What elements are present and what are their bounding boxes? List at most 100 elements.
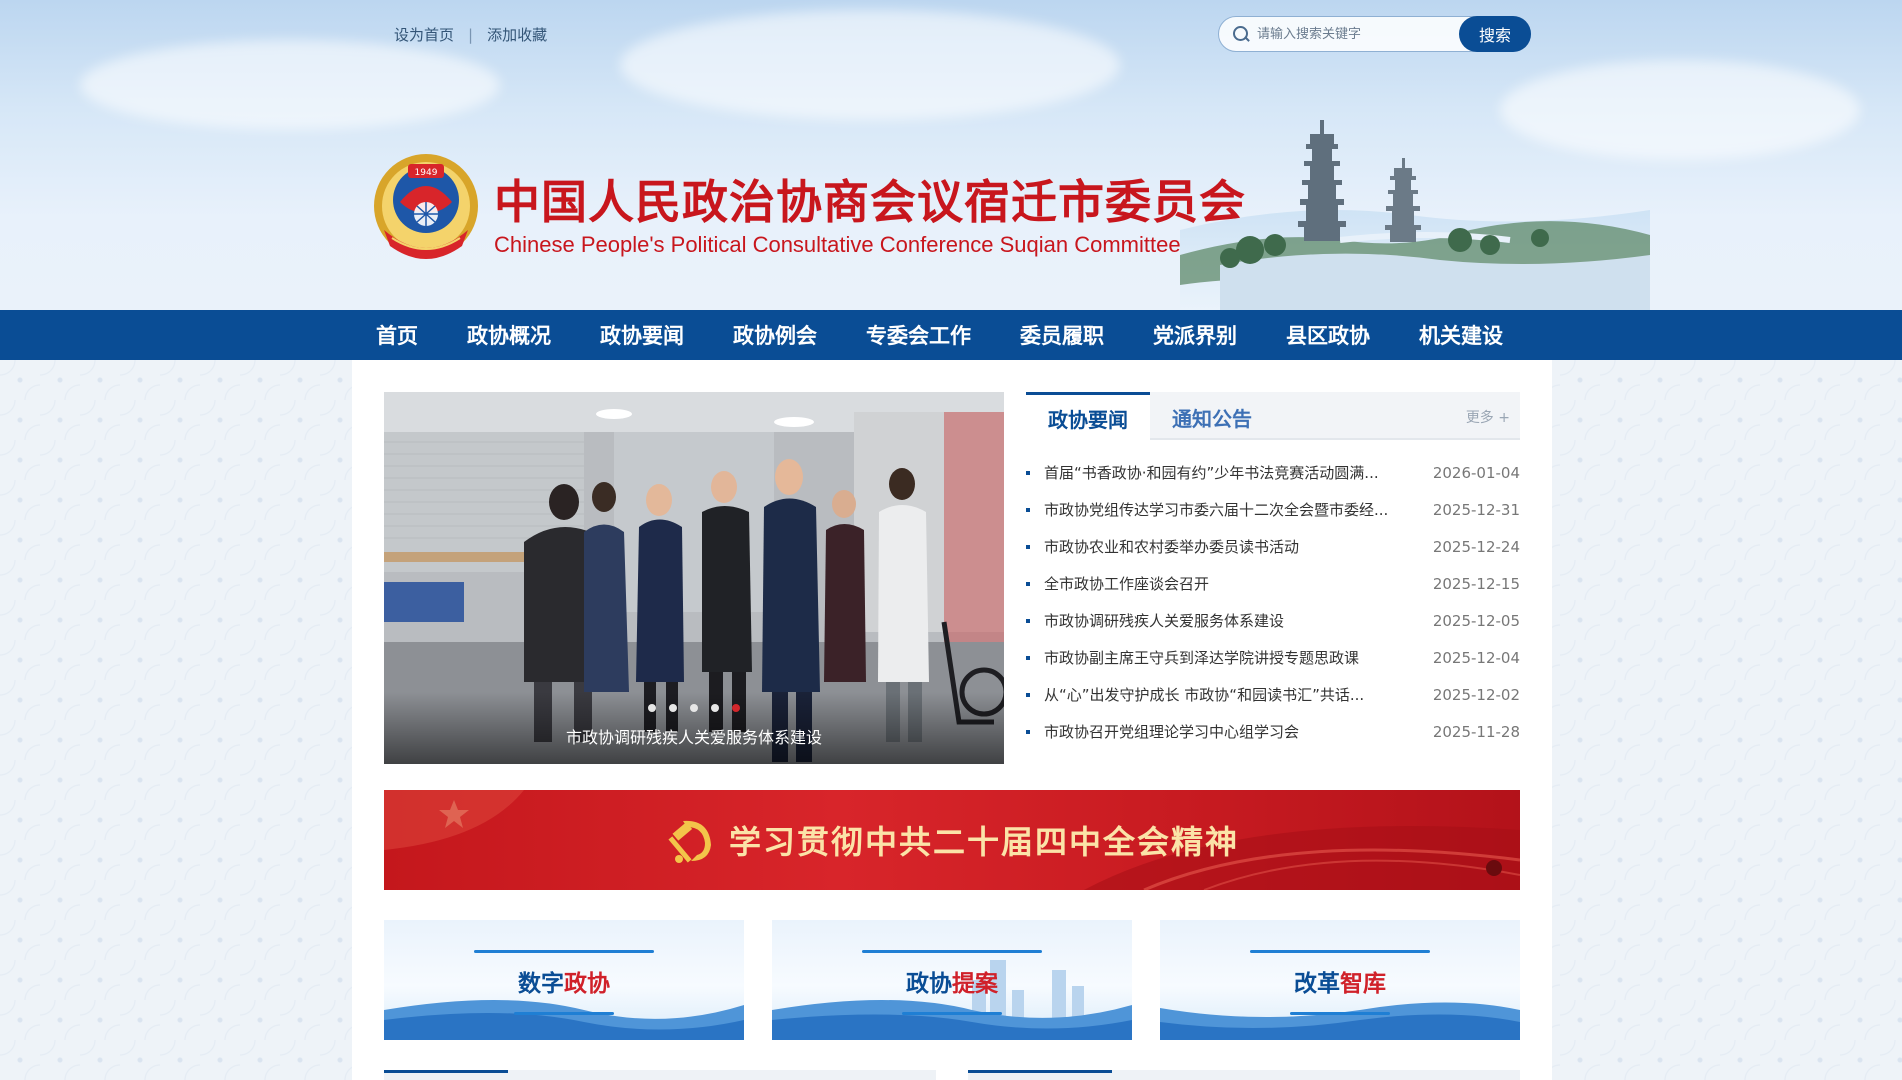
- search-input[interactable]: [1257, 18, 1447, 50]
- bullet-icon: [1026, 507, 1030, 512]
- news-title[interactable]: 市政协副主席王守兵到泽达学院讲授专题思政课: [1044, 647, 1433, 668]
- tab-announcements[interactable]: 通知公告: [1150, 392, 1274, 442]
- news-list: 首届“书香政协·和园有约”少年书法竞赛活动圆满... 2026-01-04 市政协…: [1026, 454, 1520, 750]
- bullet-icon: [1026, 470, 1030, 475]
- news-title[interactable]: 市政协党组传达学习市委六届十二次全会暨市委经...: [1044, 499, 1433, 520]
- nav-item-news[interactable]: 政协要闻: [600, 320, 684, 350]
- slider-dot[interactable]: [711, 704, 720, 712]
- search-icon: [1229, 16, 1257, 52]
- card-accent-line: [902, 1012, 1002, 1015]
- news-tabs: 政协要闻 通知公告 更多 +: [1026, 392, 1520, 442]
- banner-text: 学习贯彻中共二十届四中全会精神: [728, 823, 1239, 861]
- search-box: 搜索: [1218, 16, 1531, 52]
- news-date: 2025-12-04: [1432, 648, 1520, 667]
- news-item[interactable]: 市政协副主席王守兵到泽达学院讲授专题思政课 2025-12-04: [1026, 639, 1520, 676]
- card-accent-line: [1250, 950, 1430, 953]
- emblem-year: 1949: [415, 168, 438, 178]
- nav-item-parties[interactable]: 党派界别: [1153, 320, 1237, 350]
- news-item[interactable]: 市政协农业和农村委举办委员读书活动 2025-12-24: [1026, 528, 1520, 565]
- more-link[interactable]: 更多 +: [1466, 407, 1510, 427]
- section-header-right: [968, 1070, 1520, 1080]
- tab-cppcc-news[interactable]: 政协要闻: [1026, 392, 1150, 442]
- card-label: 改革智库: [1160, 964, 1520, 998]
- news-item[interactable]: 市政协召开党组理论学习中心组学习会 2025-11-28: [1026, 713, 1520, 750]
- nav-item-committee-work[interactable]: 专委会工作: [866, 320, 971, 350]
- top-links: 设为首页 | 添加收藏: [394, 24, 547, 45]
- news-slider[interactable]: 市政协调研残疾人关爱服务体系建设: [384, 392, 1004, 764]
- card-accent-line: [514, 1012, 614, 1015]
- section-header-accent: [968, 1070, 1112, 1073]
- news-item[interactable]: 从“心”出发守护成长 市政协“和园读书汇”共话... 2025-12-02: [1026, 676, 1520, 713]
- news-title[interactable]: 市政协召开党组理论学习中心组学习会: [1044, 721, 1433, 742]
- news-item[interactable]: 全市政协工作座谈会召开 2025-12-15: [1026, 565, 1520, 602]
- slider-dots: [384, 697, 1004, 716]
- nav-menu: 首页 政协概况 政协要闻 政协例会 专委会工作 委员履职 党派界别 县区政协 机…: [376, 310, 1552, 360]
- card-label-part-red: 提案: [952, 971, 998, 997]
- card-accent-line: [474, 950, 654, 953]
- section-header-accent: [384, 1070, 508, 1073]
- news-item[interactable]: 市政协党组传达学习市委六届十二次全会暨市委经... 2025-12-31: [1026, 491, 1520, 528]
- card-accent-line: [1290, 1012, 1390, 1015]
- hammer-sickle-icon: [668, 820, 711, 863]
- news-panel: 政协要闻 通知公告 更多 + 首届“书香政协·和园有约”少年书法竞赛活动圆满..…: [1026, 392, 1520, 764]
- card-label-part-red: 智库: [1340, 971, 1386, 997]
- search-button[interactable]: 搜索: [1459, 16, 1531, 52]
- slider-dot-active[interactable]: [732, 704, 741, 712]
- card-label-part-red: 政协: [564, 971, 610, 997]
- card-label: 数字政协: [384, 964, 744, 998]
- bullet-icon: [1026, 544, 1030, 549]
- news-date: 2025-12-24: [1432, 537, 1520, 556]
- news-title[interactable]: 市政协调研残疾人关爱服务体系建设: [1044, 610, 1433, 631]
- header-cloud: [80, 40, 500, 130]
- banner-indicator-dot[interactable]: [1486, 860, 1502, 876]
- bullet-icon: [1026, 618, 1030, 623]
- nav-item-home[interactable]: 首页: [376, 320, 418, 350]
- news-date: 2025-12-02: [1432, 685, 1520, 704]
- header-cloud: [620, 10, 1120, 120]
- add-favorite-link[interactable]: 添加收藏: [487, 24, 547, 45]
- slider-caption[interactable]: 市政协调研残疾人关爱服务体系建设: [384, 724, 1004, 748]
- slider-dot[interactable]: [690, 704, 698, 712]
- banner-text-row: 学习贯彻中共二十届四中全会精神: [384, 790, 1520, 890]
- nav-item-organ-building[interactable]: 机关建设: [1419, 320, 1503, 350]
- main-content: 市政协调研残疾人关爱服务体系建设 政协要闻 通知公告 更多 + 首届“书香政协·…: [352, 360, 1552, 1080]
- news-date: 2025-12-05: [1432, 611, 1520, 630]
- card-label-part-blue: 数字: [518, 971, 564, 997]
- card-label-part-blue: 改革: [1294, 971, 1340, 997]
- news-date: 2025-12-15: [1432, 574, 1520, 593]
- section-header-left: [384, 1070, 936, 1080]
- bullet-icon: [1026, 692, 1030, 697]
- news-title[interactable]: 全市政协工作座谈会召开: [1044, 573, 1433, 594]
- main-nav: 首页 政协概况 政协要闻 政协例会 专委会工作 委员履职 党派界别 县区政协 机…: [0, 310, 1902, 360]
- news-date: 2025-12-31: [1432, 500, 1520, 519]
- site-subtitle: Chinese People's Political Consultative …: [494, 232, 1181, 257]
- news-item[interactable]: 市政协调研残疾人关爱服务体系建设 2025-12-05: [1026, 602, 1520, 639]
- plenum-banner[interactable]: 学习贯彻中共二十届四中全会精神: [384, 790, 1520, 890]
- news-title[interactable]: 市政协农业和农村委举办委员读书活动: [1044, 536, 1433, 557]
- slider-dot[interactable]: [668, 704, 677, 712]
- top-links-separator: |: [468, 25, 474, 44]
- card-proposals[interactable]: 政协提案: [772, 920, 1132, 1040]
- pagoda-scenery-image: [1180, 120, 1650, 310]
- bullet-icon: [1026, 655, 1030, 660]
- cppcc-emblem-icon: 1949: [374, 154, 478, 259]
- nav-item-overview[interactable]: 政协概况: [467, 320, 551, 350]
- slider-dot[interactable]: [647, 704, 656, 712]
- news-item[interactable]: 首届“书香政协·和园有约”少年书法竞赛活动圆满... 2026-01-04: [1026, 454, 1520, 491]
- card-digital-cppcc[interactable]: 数字政协: [384, 920, 744, 1040]
- bullet-icon: [1026, 729, 1030, 734]
- card-reform-think-tank[interactable]: 改革智库: [1160, 920, 1520, 1040]
- news-title[interactable]: 首届“书香政协·和园有约”少年书法竞赛活动圆满...: [1044, 462, 1433, 483]
- set-home-link[interactable]: 设为首页: [394, 24, 454, 45]
- card-label: 政协提案: [772, 964, 1132, 998]
- nav-item-member-duties[interactable]: 委员履职: [1020, 320, 1104, 350]
- nav-item-meetings[interactable]: 政协例会: [733, 320, 817, 350]
- news-date: 2025-11-28: [1432, 722, 1520, 741]
- site-header: 设为首页 | 添加收藏 搜索 1949 中国人民政治协商会议宿迁市委员会 Chi…: [0, 0, 1902, 310]
- site-title: 中国人民政治协商会议宿迁市委员会: [494, 175, 1246, 229]
- nav-item-county-cppcc[interactable]: 县区政协: [1286, 320, 1370, 350]
- card-label-part-blue: 政协: [906, 971, 952, 997]
- news-date: 2026-01-04: [1432, 463, 1520, 482]
- news-title[interactable]: 从“心”出发守护成长 市政协“和园读书汇”共话...: [1044, 684, 1433, 705]
- bullet-icon: [1026, 581, 1030, 586]
